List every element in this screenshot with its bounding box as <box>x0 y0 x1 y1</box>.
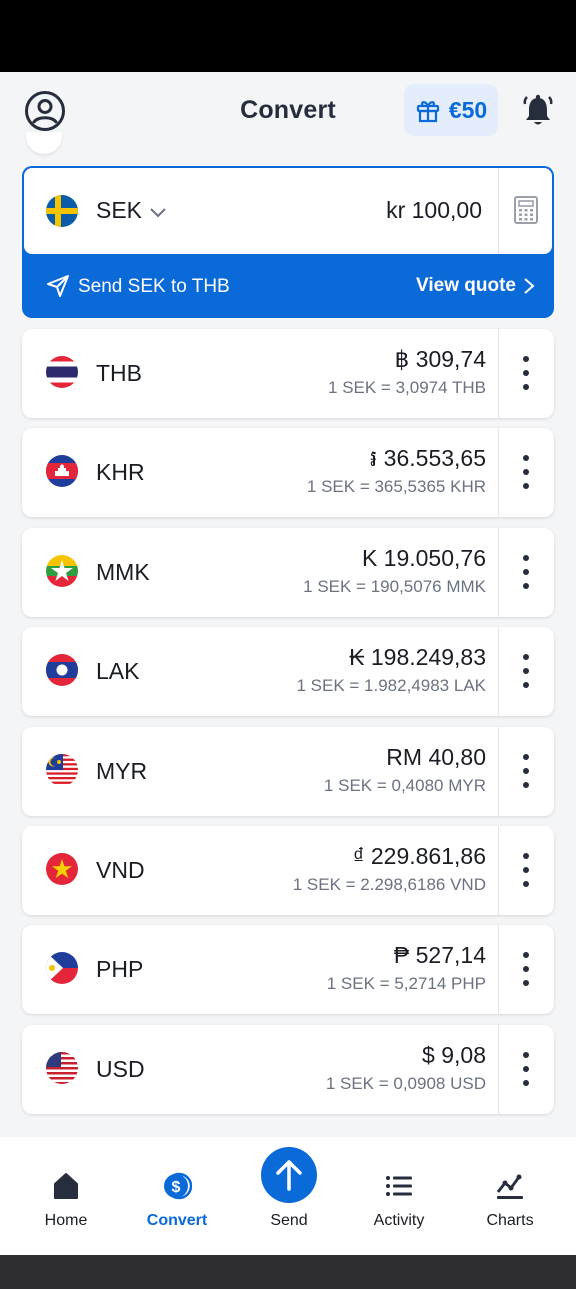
home-icon <box>54 1173 78 1199</box>
currency-code: THB <box>96 360 142 386</box>
chevron-right-icon <box>524 278 535 294</box>
flag-myr-icon <box>46 753 78 786</box>
exchange-rate: 1 SEK = 2.298,6186 VND <box>292 874 486 894</box>
reward-amount: €50 <box>448 96 488 123</box>
chevron-down-icon[interactable] <box>148 202 168 222</box>
view-quote-button[interactable]: View quote <box>416 275 516 297</box>
gift-icon <box>416 101 439 123</box>
more-vertical-icon[interactable] <box>520 354 532 392</box>
conversion-row-php[interactable]: PHP ₱ 527,14 1 SEK = 5,2714 PHP <box>22 925 554 1015</box>
more-vertical-icon[interactable] <box>520 1050 532 1088</box>
bell-icon[interactable] <box>522 94 554 128</box>
svg-text:$: $ <box>172 1179 181 1196</box>
conversion-row-vnd[interactable]: VND ₫ 229.861,86 1 SEK = 2.298,6186 VND <box>22 825 554 915</box>
exchange-rate: 1 SEK = 190,5076 MMK <box>303 576 486 596</box>
nav-send-label: Send <box>270 1212 308 1229</box>
status-bar <box>0 0 576 72</box>
divider <box>498 168 499 254</box>
converted-value: RM 40,80 <box>386 743 486 770</box>
send-quote-bar[interactable]: Send SEK to THB View quote <box>22 256 554 318</box>
conversion-row-myr[interactable]: MYR RM 40,80 1 SEK = 0,4080 MYR <box>22 726 554 816</box>
more-vertical-icon[interactable] <box>520 950 532 988</box>
nav-charts[interactable]: Charts <box>455 1137 565 1255</box>
app-header: Convert €50 <box>0 72 576 150</box>
converted-value: K 19.050,76 <box>361 544 486 571</box>
system-gesture-bar <box>0 1255 576 1289</box>
conversion-row-thb[interactable]: THB ฿ 309,74 1 SEK = 3,0974 THB <box>22 329 554 418</box>
divider <box>498 825 499 915</box>
divider <box>498 428 499 518</box>
conversion-row-lak[interactable]: LAK ₭ 198.249,83 1 SEK = 1.982,4983 LAK <box>22 627 554 717</box>
converted-value: ฿ 309,74 <box>394 346 486 372</box>
nav-home[interactable]: Home <box>11 1137 121 1255</box>
list-icon <box>386 1176 412 1196</box>
exchange-rate: 1 SEK = 5,2714 PHP <box>326 974 486 994</box>
divider <box>498 527 499 617</box>
converted-value: ៛ 36.553,65 <box>369 445 486 472</box>
flag-vnd-icon <box>46 852 78 885</box>
nav-convert-label: Convert <box>146 1212 208 1229</box>
calculator-icon[interactable] <box>513 195 539 225</box>
divider <box>498 726 499 816</box>
currency-code: USD <box>96 1055 145 1082</box>
reward-button[interactable]: €50 <box>404 84 498 136</box>
paper-plane-icon <box>47 275 69 297</box>
flag-php-icon <box>46 952 78 985</box>
currency-code: MYR <box>96 757 148 784</box>
more-vertical-icon[interactable] <box>520 851 532 889</box>
exchange-rate: 1 SEK = 3,0974 THB <box>328 378 486 397</box>
scroll-peek <box>26 132 62 154</box>
conversion-row-mmk[interactable]: MMK K 19.050,76 1 SEK = 190,5076 MMK <box>22 527 554 617</box>
currency-code: MMK <box>96 558 150 585</box>
send-label: Send SEK to THB <box>78 276 230 297</box>
exchange-rate: 1 SEK = 0,0908 USD <box>325 1073 486 1093</box>
flag-thb-icon <box>46 356 78 388</box>
flag-mmk-icon <box>46 554 78 587</box>
exchange-rate: 1 SEK = 365,5365 KHR <box>306 477 486 497</box>
chart-line-icon <box>496 1174 523 1199</box>
coins-icon: $ <box>164 1172 192 1200</box>
base-currency-code[interactable]: SEK <box>96 197 142 224</box>
flag-usd-icon <box>46 1051 78 1084</box>
converted-value: $ 9,08 <box>422 1041 486 1068</box>
base-currency-card: SEK kr 100,00 Send SEK to THB View quote <box>22 166 554 318</box>
exchange-rate: 1 SEK = 0,4080 MYR <box>323 775 486 795</box>
base-currency-input-row[interactable]: SEK kr 100,00 <box>24 168 552 254</box>
nav-send[interactable]: Send <box>234 1137 344 1255</box>
divider <box>498 627 499 717</box>
currency-code: KHR <box>96 459 145 486</box>
flag-khr-icon <box>46 455 78 488</box>
more-vertical-icon[interactable] <box>520 752 532 790</box>
conversion-row-usd[interactable]: USD $ 9,08 1 SEK = 0,0908 USD <box>22 1024 554 1114</box>
flag-sek-icon <box>46 195 78 227</box>
divider <box>498 1024 499 1114</box>
conversion-list: THB ฿ 309,74 1 SEK = 3,0974 THB KHR ៛ 36… <box>22 329 554 1124</box>
more-vertical-icon[interactable] <box>520 652 532 690</box>
converted-value: ₫ 229.861,86 <box>352 842 486 869</box>
currency-code: PHP <box>96 956 144 983</box>
currency-code: LAK <box>96 658 140 685</box>
more-vertical-icon[interactable] <box>520 453 532 491</box>
more-vertical-icon[interactable] <box>520 553 532 591</box>
nav-activity[interactable]: Activity <box>344 1137 454 1255</box>
converted-value: ₱ 527,14 <box>393 942 486 969</box>
converted-value: ₭ 198.249,83 <box>349 644 486 671</box>
base-amount-input[interactable]: kr 100,00 <box>386 197 482 224</box>
divider <box>498 925 499 1015</box>
divider <box>498 329 499 418</box>
conversion-row-khr[interactable]: KHR ៛ 36.553,65 1 SEK = 365,5365 KHR <box>22 428 554 518</box>
nav-charts-label: Charts <box>486 1212 534 1229</box>
flag-lak-icon <box>46 654 78 687</box>
bottom-navigation: Home $ Convert Send Activity Charts <box>0 1137 576 1255</box>
nav-home-label: Home <box>44 1212 88 1229</box>
nav-activity-label: Activity <box>373 1212 425 1229</box>
currency-code: VND <box>96 856 145 883</box>
exchange-rate: 1 SEK = 1.982,4983 LAK <box>296 676 486 696</box>
nav-convert[interactable]: $ Convert <box>122 1137 232 1255</box>
